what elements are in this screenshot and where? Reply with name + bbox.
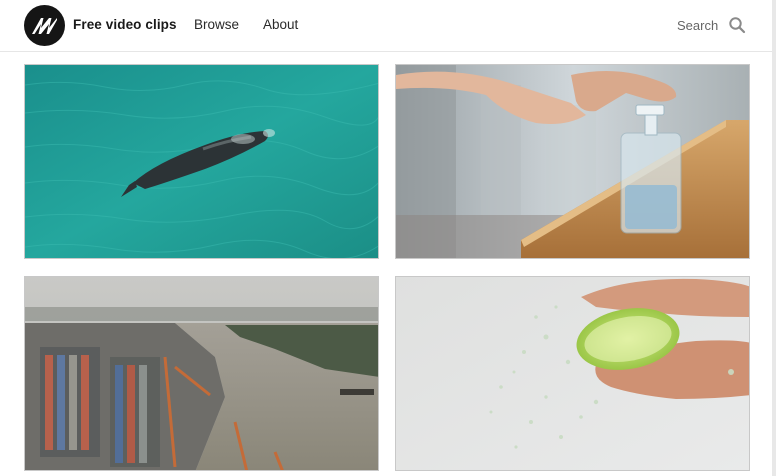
site-logo[interactable] [24, 5, 65, 46]
clip-thumbnail-lime[interactable] [395, 276, 750, 471]
clip-thumbnail-port[interactable] [24, 276, 379, 471]
logo-mark-icon [32, 18, 57, 34]
nav-about-link[interactable]: About [263, 17, 298, 32]
nav-browse-link[interactable]: Browse [194, 17, 239, 32]
clip-thumbnail-sanitizer[interactable] [395, 64, 750, 259]
lime-squeeze-thumbnail [396, 277, 749, 470]
container-port-thumbnail [25, 277, 378, 470]
search-icon[interactable] [728, 16, 746, 34]
clip-thumbnail-whale[interactable] [24, 64, 379, 259]
brand-name[interactable]: Free video clips [73, 17, 177, 32]
hand-sanitizer-thumbnail [396, 65, 749, 258]
aerial-whale-thumbnail [25, 65, 378, 258]
search-input[interactable]: Search [677, 18, 718, 33]
scrollbar[interactable] [772, 0, 776, 476]
site-header: Free video clips Browse About Search [0, 0, 776, 52]
